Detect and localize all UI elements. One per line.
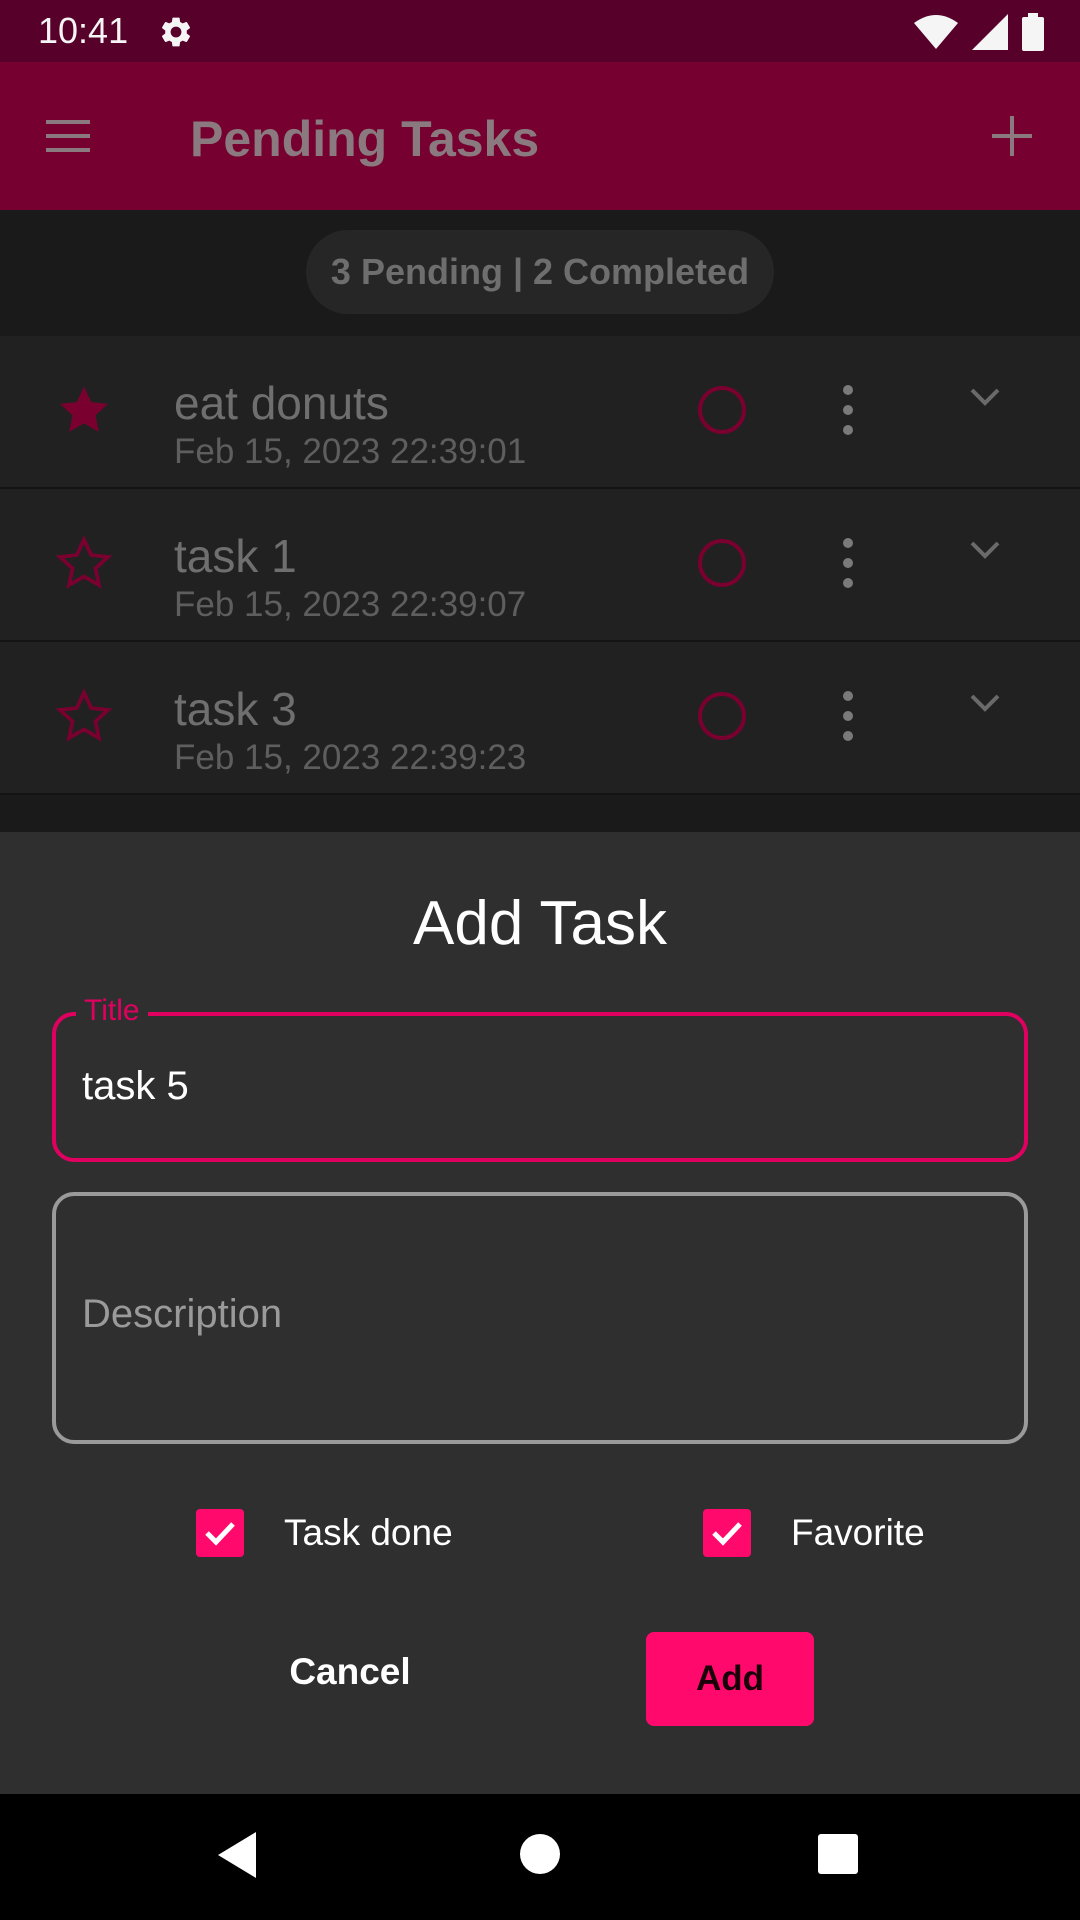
task-done-checkbox[interactable] [196, 1509, 244, 1557]
recents-icon[interactable] [818, 1834, 858, 1874]
add-task-sheet: Add Task Title Task done Favorite Cancel… [0, 832, 1080, 1794]
circle-icon[interactable] [698, 386, 746, 434]
description-input[interactable] [82, 1292, 982, 1352]
signal-icon [972, 14, 1008, 50]
dialog-title: Add Task [413, 889, 667, 958]
add-icon[interactable] [980, 104, 1044, 168]
task-done-label: Task done [284, 1512, 453, 1553]
title-field-label: Title [76, 994, 148, 1028]
wifi-icon [914, 15, 958, 49]
title-input[interactable] [82, 1056, 982, 1116]
menu-icon[interactable] [40, 108, 96, 164]
circle-icon[interactable] [698, 539, 746, 587]
system-nav-bar [0, 1794, 1080, 1920]
app-bar: Pending Tasks [0, 62, 1080, 210]
chevron-down-icon[interactable] [962, 680, 1008, 726]
cancel-button[interactable]: Cancel [270, 1632, 430, 1712]
circle-icon[interactable] [698, 692, 746, 740]
battery-icon [1022, 13, 1044, 51]
status-time: 10:41 [38, 10, 129, 51]
more-vert-icon[interactable] [836, 533, 860, 593]
chevron-down-icon[interactable] [962, 527, 1008, 573]
page-title: Pending Tasks [190, 111, 540, 167]
more-vert-icon[interactable] [836, 686, 860, 746]
task-summary-badge: 3 Pending | 2 Completed [306, 230, 774, 314]
summary-section: 3 Pending | 2 Completed [0, 210, 1080, 336]
task-list: eat donuts Feb 15, 2023 22:39:01 task 1 … [0, 336, 1080, 795]
star-icon[interactable] [56, 382, 112, 438]
task-date: Feb 15, 2023 22:39:07 [174, 585, 527, 624]
task-date: Feb 15, 2023 22:39:01 [174, 432, 527, 471]
status-icons [914, 12, 1044, 52]
check-icon [205, 1522, 235, 1546]
description-field[interactable] [52, 1192, 1028, 1444]
favorite-checkbox[interactable] [703, 1509, 751, 1557]
task-title: task 1 [174, 530, 297, 582]
task-title: task 3 [174, 683, 297, 735]
chevron-down-icon[interactable] [962, 374, 1008, 420]
back-icon[interactable] [214, 1830, 260, 1880]
favorite-label: Favorite [791, 1512, 925, 1553]
home-icon[interactable] [520, 1834, 560, 1874]
status-bar: 10:41 [0, 0, 1080, 62]
task-date: Feb 15, 2023 22:39:23 [174, 738, 527, 777]
task-row[interactable]: eat donuts Feb 15, 2023 22:39:01 [0, 336, 1080, 489]
add-button[interactable]: Add [646, 1632, 814, 1726]
settings-icon [161, 17, 191, 47]
favorite-checkbox-group[interactable]: Favorite [703, 1506, 925, 1560]
star-icon[interactable] [56, 535, 112, 591]
more-vert-icon[interactable] [836, 380, 860, 440]
task-row[interactable]: task 3 Feb 15, 2023 22:39:23 [0, 642, 1080, 795]
task-done-checkbox-group[interactable]: Task done [196, 1506, 453, 1560]
check-icon [712, 1522, 742, 1546]
task-row[interactable]: task 1 Feb 15, 2023 22:39:07 [0, 489, 1080, 642]
star-icon[interactable] [56, 688, 112, 744]
task-title: eat donuts [174, 377, 389, 429]
title-field[interactable]: Title [52, 994, 1028, 1162]
